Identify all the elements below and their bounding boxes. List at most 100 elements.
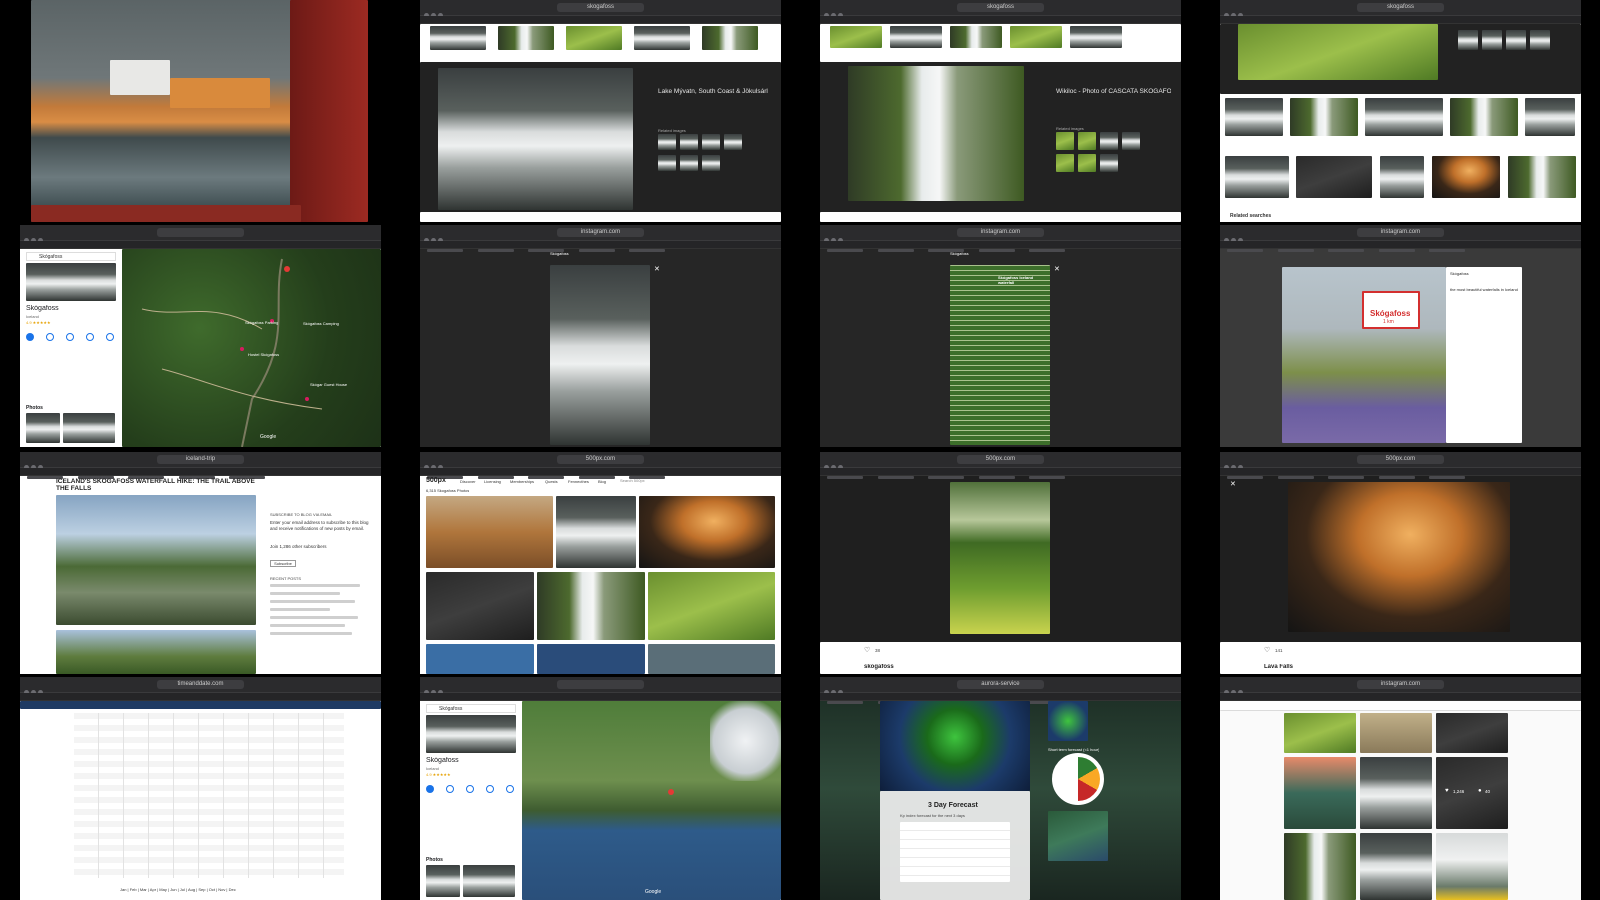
related-thumb[interactable] (1506, 30, 1526, 50)
related-thumb[interactable] (1056, 154, 1074, 172)
save-button[interactable] (46, 333, 54, 341)
thumb[interactable] (566, 26, 622, 50)
photo-thumb[interactable] (26, 413, 60, 443)
photo-main[interactable] (950, 482, 1050, 634)
directions-button[interactable] (426, 785, 434, 793)
close-icon[interactable]: ✕ (654, 265, 660, 273)
related-thumb[interactable] (702, 155, 720, 171)
post-image[interactable] (950, 265, 1050, 445)
address-bar[interactable]: instagram.com (957, 228, 1044, 237)
related-thumb[interactable] (702, 134, 720, 150)
recent-post-link[interactable] (270, 632, 352, 635)
place-hero-image[interactable] (26, 263, 116, 301)
like-icon[interactable]: ♡ (864, 646, 870, 654)
photo-thumb[interactable] (537, 644, 645, 674)
result-thumb[interactable] (1525, 98, 1575, 136)
grid-photo[interactable] (1360, 713, 1432, 753)
thumb[interactable] (1070, 26, 1122, 48)
post-username[interactable]: Skógafoss (950, 251, 969, 256)
nav-blog[interactable]: Blog (598, 479, 606, 484)
address-bar[interactable]: iceland-trip (157, 455, 244, 464)
thumb[interactable] (498, 26, 554, 50)
recent-post-link[interactable] (270, 600, 355, 603)
related-thumb[interactable] (1078, 132, 1096, 150)
photo-thumb[interactable] (639, 496, 775, 568)
result-thumb[interactable] (1296, 156, 1372, 198)
grid-photo[interactable] (1284, 713, 1356, 753)
search-input[interactable]: Search 500px (620, 478, 700, 483)
close-icon[interactable]: ✕ (1054, 265, 1060, 273)
related-thumb[interactable] (1530, 30, 1550, 50)
photo-thumb[interactable] (556, 496, 636, 568)
photo-thumb[interactable] (63, 413, 115, 443)
map-pin-label[interactable]: Skógafoss Camping (303, 321, 339, 326)
recent-post-link[interactable] (270, 624, 345, 627)
share-button[interactable] (506, 785, 514, 793)
post-username[interactable]: Skógafoss (550, 251, 569, 256)
address-bar[interactable]: aurora-service (957, 680, 1044, 689)
thumb[interactable] (702, 26, 758, 50)
nav-licensing[interactable]: Licensing (484, 479, 501, 484)
photo-thumb[interactable] (426, 865, 460, 897)
post-image[interactable] (550, 265, 650, 445)
grid-photo[interactable] (1284, 833, 1356, 900)
related-thumb[interactable] (680, 134, 698, 150)
preview-image[interactable] (438, 68, 633, 210)
map-pin-label[interactable]: Skógar Guest House (310, 382, 347, 387)
place-hero-image[interactable] (426, 715, 516, 753)
search-input[interactable]: Skógafoss (426, 704, 516, 713)
related-thumb[interactable] (1482, 30, 1502, 50)
share-button[interactable] (106, 333, 114, 341)
result-title[interactable]: Wikiloc - Photo of CASCATA SKÓGAFO... (1056, 88, 1171, 95)
site-logo[interactable]: 500px (426, 477, 446, 484)
address-bar[interactable]: 500px.com (1357, 455, 1444, 464)
preview-image[interactable] (1238, 24, 1438, 80)
nav-quests[interactable]: Quests (545, 479, 558, 484)
related-thumb[interactable] (1100, 154, 1118, 172)
send-to-phone-button[interactable] (86, 333, 94, 341)
nav-fennecthes[interactable]: Fennecthes (568, 479, 589, 484)
map-pin-label[interactable]: Skógafoss Parking (245, 320, 278, 325)
thumb[interactable] (950, 26, 1002, 48)
thumb[interactable] (830, 26, 882, 48)
aurora-map[interactable] (880, 701, 1030, 791)
thumb[interactable] (1010, 26, 1062, 48)
grid-photo[interactable] (1436, 713, 1508, 753)
result-thumb[interactable] (1508, 156, 1576, 198)
result-thumb[interactable] (1225, 156, 1289, 198)
search-input[interactable]: Skógafoss (26, 252, 116, 261)
grid-photo[interactable] (1284, 757, 1356, 829)
result-thumb[interactable] (1450, 98, 1518, 136)
thumb[interactable] (634, 26, 690, 50)
nav-memberships[interactable]: Memberships (510, 479, 534, 484)
result-thumb[interactable] (1380, 156, 1424, 198)
nav-discover[interactable]: Discover (460, 479, 476, 484)
address-bar[interactable]: skogafoss (957, 3, 1044, 12)
aurora-oval-thumb[interactable] (1048, 701, 1088, 741)
recent-post-link[interactable] (270, 592, 340, 595)
photo-thumb[interactable] (463, 865, 515, 897)
recent-post-link[interactable] (270, 584, 360, 587)
map-pin-label[interactable]: Hostel Skógafoss (248, 352, 279, 357)
photo-thumb[interactable] (426, 496, 553, 568)
result-title[interactable]: Lake Mývatn, South Coast & Jökulsárló... (658, 88, 768, 95)
related-thumb[interactable] (1458, 30, 1478, 50)
grid-photo[interactable] (1436, 833, 1508, 900)
photo-thumb[interactable] (426, 572, 534, 640)
send-to-phone-button[interactable] (486, 785, 494, 793)
related-thumb[interactable] (680, 155, 698, 171)
address-bar[interactable]: skogafoss (557, 3, 644, 12)
related-thumb[interactable] (1078, 154, 1096, 172)
recent-post-link[interactable] (270, 608, 330, 611)
nearby-button[interactable] (466, 785, 474, 793)
grid-photo[interactable] (1360, 757, 1432, 829)
address-bar[interactable]: 500px.com (957, 455, 1044, 464)
related-thumb[interactable] (1056, 132, 1074, 150)
location-pin[interactable] (668, 789, 674, 795)
result-thumb[interactable] (1365, 98, 1443, 136)
address-bar[interactable]: skogafoss (1357, 3, 1444, 12)
related-thumb[interactable] (724, 134, 742, 150)
thumb[interactable] (430, 26, 486, 50)
address-bar[interactable]: instagram.com (1357, 228, 1444, 237)
article-image[interactable] (56, 630, 256, 674)
